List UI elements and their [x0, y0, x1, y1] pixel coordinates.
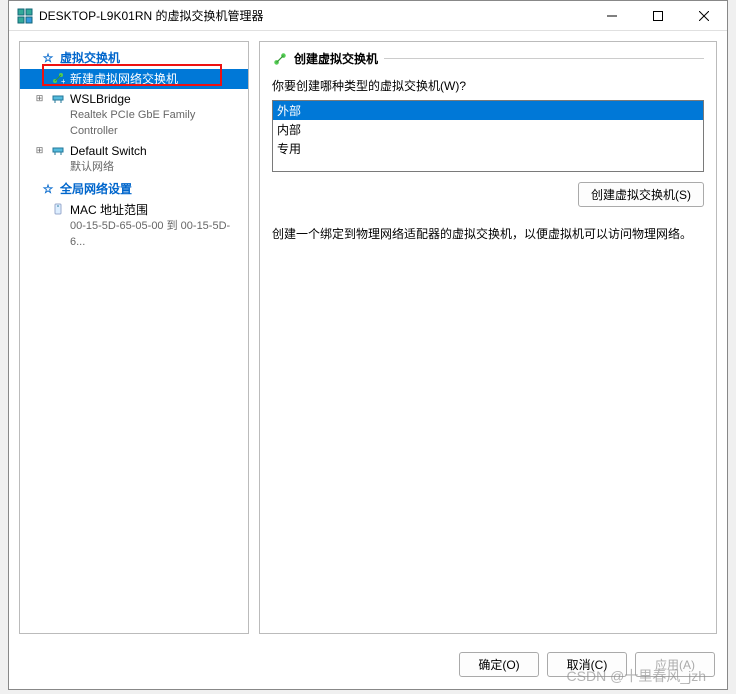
minimize-button[interactable]: [589, 1, 635, 31]
tree-item-label: MAC 地址范围: [70, 202, 244, 218]
tree-item-label: Default Switch: [70, 143, 147, 159]
tree-item-wslbridge[interactable]: ⊞ WSLBridge Realtek PCIe GbE Family Cont…: [20, 89, 248, 141]
divider: [384, 58, 704, 59]
virtual-switch-manager-window: DESKTOP-L9K01RN 的虚拟交换机管理器 ☆ 虚拟交换机 + 新建虚拟…: [8, 0, 728, 690]
tree-section-virtual-switches[interactable]: ☆ 虚拟交换机: [20, 46, 248, 69]
expand-icon[interactable]: ⊞: [34, 92, 45, 103]
detail-pane: 创建虚拟交换机 你要创建哪种类型的虚拟交换机(W)? 外部 内部 专用 创建虚拟…: [259, 41, 717, 634]
switch-type-listbox[interactable]: 外部 内部 专用: [272, 100, 704, 172]
tree-pane: ☆ 虚拟交换机 + 新建虚拟网络交换机 ⊞ WSLBridge: [19, 41, 249, 634]
network-switch-icon: [50, 143, 66, 157]
tree-item-default-switch[interactable]: ⊞ Default Switch 默认网络: [20, 141, 248, 177]
ok-button[interactable]: 确定(O): [459, 652, 539, 677]
network-add-icon: [272, 52, 288, 66]
collapse-icon: ☆: [40, 51, 56, 65]
dialog-footer: 确定(O) 取消(C) 应用(A): [9, 644, 727, 689]
tree-item-new-virtual-switch[interactable]: + 新建虚拟网络交换机: [20, 69, 248, 89]
network-switch-icon: [50, 91, 66, 105]
tree-item-mac-range[interactable]: MAC 地址范围 00-15-5D-65-05-00 到 00-15-5D-6.…: [20, 200, 248, 252]
create-switch-button[interactable]: 创建虚拟交换机(S): [578, 182, 704, 207]
listbox-item-private[interactable]: 专用: [273, 139, 703, 158]
titlebar: DESKTOP-L9K01RN 的虚拟交换机管理器: [9, 1, 727, 31]
apply-button[interactable]: 应用(A): [635, 652, 715, 677]
section-title: 创建虚拟交换机: [294, 50, 378, 67]
window-title: DESKTOP-L9K01RN 的虚拟交换机管理器: [39, 7, 589, 24]
network-add-icon: +: [50, 71, 66, 85]
listbox-item-internal[interactable]: 内部: [273, 120, 703, 139]
cancel-button[interactable]: 取消(C): [547, 652, 627, 677]
tree-section-global-settings[interactable]: ☆ 全局网络设置: [20, 177, 248, 200]
listbox-item-external[interactable]: 外部: [273, 101, 703, 120]
tree-item-detail: 00-15-5D-65-05-00 到 00-15-5D-6...: [70, 218, 244, 250]
tree-item-label: WSLBridge: [70, 91, 244, 107]
close-button[interactable]: [681, 1, 727, 31]
app-icon: [17, 8, 33, 24]
collapse-icon: ☆: [40, 182, 56, 196]
tree-item-label: 新建虚拟网络交换机: [70, 71, 178, 87]
tree-item-detail: 默认网络: [70, 159, 147, 175]
maximize-button[interactable]: [635, 1, 681, 31]
question-label: 你要创建哪种类型的虚拟交换机(W)?: [272, 77, 704, 94]
svg-text:+: +: [61, 77, 65, 85]
expand-icon[interactable]: ⊞: [34, 144, 45, 155]
description-text: 创建一个绑定到物理网络适配器的虚拟交换机，以便虚拟机可以访问物理网络。: [272, 225, 704, 243]
tree-item-detail: Realtek PCIe GbE Family Controller: [70, 107, 244, 139]
mac-icon: [50, 202, 66, 216]
